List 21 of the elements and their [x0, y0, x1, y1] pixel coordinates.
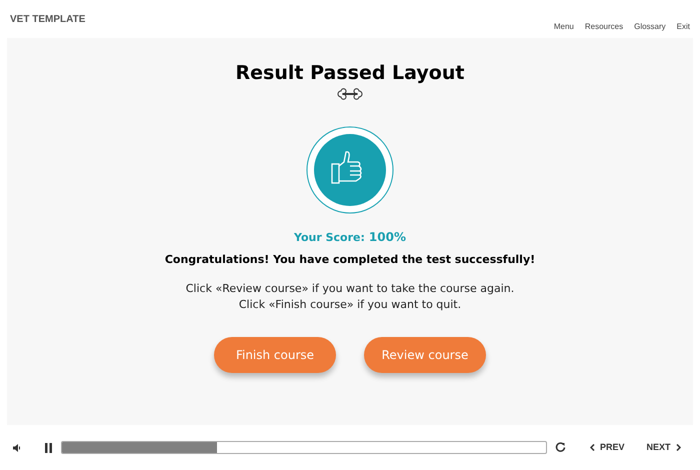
chevron-left-icon [590, 444, 595, 451]
score-label: Your Score: [294, 230, 365, 246]
score-value: 100% [368, 229, 406, 246]
progress-track[interactable] [61, 441, 547, 454]
congratulations-message: Congratulations! You have completed the test successfully! [164, 252, 536, 268]
pause-icon[interactable] [44, 442, 53, 452]
course-title: VET TEMPLATE [10, 13, 86, 27]
instruction-text: Click «Finish course» if you want to quit. [238, 297, 462, 313]
replay-icon[interactable] [555, 442, 566, 453]
nav-link[interactable]: Resources [584, 21, 624, 33]
instruction-text: Click «Review course» if you want to take the course again. [186, 281, 514, 297]
chevron-right-icon [676, 444, 681, 451]
volume-icon[interactable] [12, 442, 22, 452]
next-button[interactable]: NEXT [646, 440, 681, 454]
nav-link[interactable]: Glossary [634, 21, 666, 33]
prev-button[interactable]: PREV [590, 440, 625, 454]
page-title: Result Passed Layout [236, 61, 464, 86]
bone-icon [336, 88, 364, 100]
nav-link[interactable]: Exit [676, 21, 690, 33]
nav-link[interactable]: Menu [554, 21, 574, 33]
thumbs-up-icon [306, 126, 394, 214]
